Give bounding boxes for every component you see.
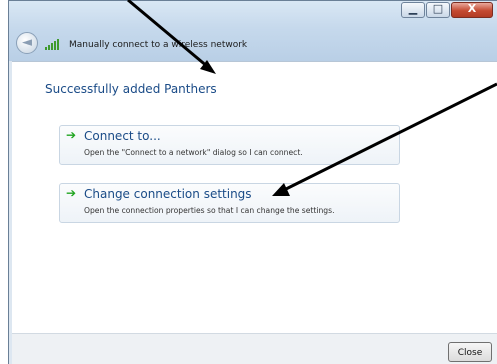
annotation-arrows [127,0,497,196]
annotation-arrow-2 [272,82,497,196]
annotation-arrow-1 [127,0,216,74]
